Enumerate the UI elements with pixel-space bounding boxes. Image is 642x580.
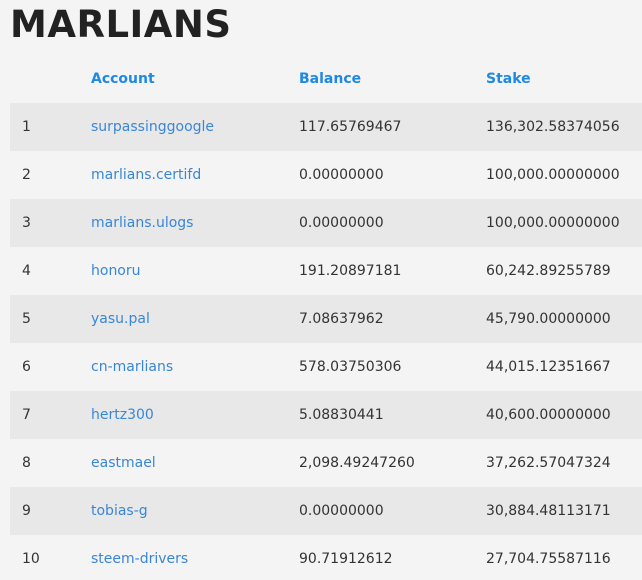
stake-cell: 37,262.57047324	[486, 455, 611, 471]
account-cell: steem-drivers	[91, 535, 299, 580]
account-link[interactable]: cn-marlians	[91, 359, 173, 375]
account-link[interactable]: hertz300	[91, 407, 154, 423]
table-row: 5 yasu.pal 7.08637962 45,790.00000000	[10, 295, 642, 343]
account-cell: marlians.ulogs	[91, 199, 299, 247]
balance-cell: 191.20897181	[299, 263, 402, 279]
balance-cell: 0.00000000	[299, 215, 384, 231]
account-link[interactable]: surpassinggoogle	[91, 119, 214, 135]
header-account: Account	[91, 71, 155, 87]
balance-cell: 578.03750306	[299, 359, 402, 375]
rank-cell: 2	[22, 167, 31, 183]
table-row: 8 eastmael 2,098.49247260 37,262.57047324	[10, 439, 642, 487]
table-row: 3 marlians.ulogs 0.00000000 100,000.0000000…	[10, 199, 642, 247]
balance-cell: 90.71912612	[299, 551, 393, 567]
account-cell: marlians.certifd	[91, 151, 299, 199]
rank-cell: 8	[22, 455, 31, 471]
rank-cell: 1	[22, 119, 31, 135]
page-title: MARLIANS	[10, 3, 232, 46]
table-row: 1 surpassinggoogle 117.65769467 136,302.583…	[10, 103, 642, 151]
stake-cell: 30,884.48113171	[486, 503, 611, 519]
rank-cell: 4	[22, 263, 31, 279]
account-cell: yasu.pal	[91, 295, 299, 343]
rank-cell: 6	[22, 359, 31, 375]
account-cell: tobias-g	[91, 487, 299, 535]
header-row: Account Balance Stake	[10, 55, 642, 103]
stake-cell: 100,000.00000000	[486, 215, 620, 231]
balance-cell: 0.00000000	[299, 167, 384, 183]
stake-cell: 136,302.58374056	[486, 119, 620, 135]
account-cell: eastmael	[91, 439, 299, 487]
table-row: 9 tobias-g 0.00000000 30,884.48113171	[10, 487, 642, 535]
balance-cell: 2,098.49247260	[299, 455, 415, 471]
table-row: 4 honoru 191.20897181 60,242.89255789	[10, 247, 642, 295]
rank-cell: 3	[22, 215, 31, 231]
header-stake: Stake	[486, 71, 531, 87]
header-rank	[10, 55, 91, 103]
stake-cell: 100,000.00000000	[486, 167, 620, 183]
balance-cell: 117.65769467	[299, 119, 402, 135]
account-cell: surpassinggoogle	[91, 103, 299, 151]
account-link[interactable]: steem-drivers	[91, 551, 188, 567]
stake-cell: 60,242.89255789	[486, 263, 611, 279]
account-link[interactable]: marlians.certifd	[91, 167, 201, 183]
account-cell: cn-marlians	[91, 343, 299, 391]
account-link[interactable]: eastmael	[91, 455, 156, 471]
table-row: 6 cn-marlians 578.03750306 44,015.12351667	[10, 343, 642, 391]
account-link[interactable]: tobias-g	[91, 503, 148, 519]
stake-cell: 40,600.00000000	[486, 407, 611, 423]
stake-cell: 44,015.12351667	[486, 359, 611, 375]
account-cell: honoru	[91, 247, 299, 295]
table-body: 1 surpassinggoogle 117.65769467 136,302.583…	[10, 103, 642, 580]
balance-cell: 0.00000000	[299, 503, 384, 519]
table-row: 7 hertz300 5.08830441 40,600.00000000	[10, 391, 642, 439]
account-link[interactable]: yasu.pal	[91, 311, 150, 327]
rank-cell: 9	[22, 503, 31, 519]
rank-cell: 5	[22, 311, 31, 327]
header-balance: Balance	[299, 71, 362, 87]
table-header: Account Balance Stake	[10, 55, 642, 103]
balance-cell: 7.08637962	[299, 311, 384, 327]
account-link[interactable]: honoru	[91, 263, 141, 279]
account-cell: hertz300	[91, 391, 299, 439]
stake-cell: 45,790.00000000	[486, 311, 611, 327]
page: MARLIANS Account Balance Stake 1 surpassi…	[0, 0, 642, 580]
rank-cell: 7	[22, 407, 31, 423]
rich-list-table: Account Balance Stake 1 surpassinggoogle 1…	[10, 55, 642, 580]
table-row: 2 marlians.certifd 0.00000000 100,000.00000…	[10, 151, 642, 199]
stake-cell: 27,704.75587116	[486, 551, 611, 567]
account-link[interactable]: marlians.ulogs	[91, 215, 193, 231]
rank-cell: 10	[22, 551, 40, 567]
table-row: 10 steem-drivers 90.71912612 27,704.7558711…	[10, 535, 642, 580]
balance-cell: 5.08830441	[299, 407, 384, 423]
